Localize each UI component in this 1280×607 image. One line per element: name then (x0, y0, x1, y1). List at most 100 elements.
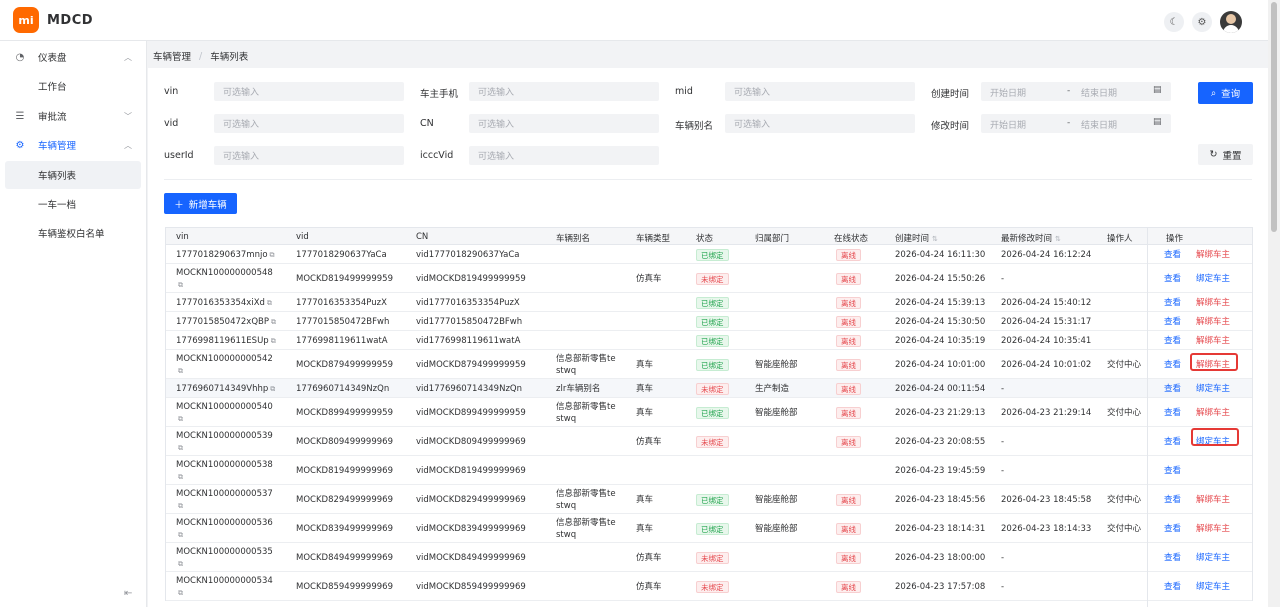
copy-icon[interactable]: ⧉ (178, 560, 183, 568)
calendar-icon[interactable]: ▤ (1153, 117, 1162, 127)
create-time-end[interactable]: 结束日期 (1081, 86, 1117, 99)
copy-icon[interactable]: ⧉ (178, 502, 183, 510)
view-link[interactable]: 查看 (1164, 383, 1181, 395)
vin-text: MOCKN100000000536 (176, 518, 273, 528)
copy-icon[interactable]: ⧉ (271, 337, 276, 345)
th-vid: vid (296, 232, 309, 242)
th-online: 在线状态 (834, 234, 869, 244)
bind-owner-link[interactable]: 绑定车主 (1196, 383, 1230, 395)
view-link[interactable]: 查看 (1164, 316, 1181, 328)
cell-cn: vid1776998119611watA (416, 335, 521, 346)
mid-input[interactable]: 可选输入 (725, 82, 915, 101)
query-button[interactable]: ⌕ 查询 (1198, 82, 1253, 104)
view-link[interactable]: 查看 (1164, 273, 1181, 285)
reset-button[interactable]: ↻ 重置 (1198, 144, 1253, 165)
copy-icon[interactable]: ⧉ (178, 367, 183, 375)
view-link[interactable]: 查看 (1164, 523, 1181, 535)
unbind-owner-link[interactable]: 解绑车主 (1196, 407, 1230, 419)
cell-created: 2026-04-24 10:01:00 (895, 359, 986, 370)
sidebar-item-vehicle-whitelist[interactable]: 车辆鉴权白名单 (0, 219, 147, 247)
unbind-owner-link[interactable]: 解绑车主 (1196, 249, 1230, 261)
cell-vid: 1776960714349NzQn (296, 383, 390, 394)
modify-time-start[interactable]: 开始日期 (990, 118, 1026, 131)
sidebar-item-approval[interactable]: ☰ 审批流 ﹀ (0, 102, 147, 130)
unbind-owner-link[interactable]: 解绑车主 (1196, 316, 1230, 328)
table-row: MOCKN100000000537 ⧉ MOCKD829499999969 vidMO… (166, 485, 1252, 514)
cell-vin: MOCKN100000000540 ⧉ (176, 401, 288, 425)
view-link[interactable]: 查看 (1164, 249, 1181, 261)
sidebar-item-vehicle-list[interactable]: 车辆列表 (5, 161, 141, 189)
view-link[interactable]: 查看 (1164, 436, 1181, 448)
modify-time-end[interactable]: 结束日期 (1081, 118, 1117, 131)
copy-icon[interactable]: ⧉ (270, 251, 275, 259)
alias-input[interactable]: 可选输入 (725, 114, 915, 133)
th-status: 状态 (696, 234, 714, 244)
create-time-sep: - (1067, 86, 1071, 96)
calendar-icon[interactable]: ▤ (1153, 85, 1162, 95)
sidebar-item-dashboard[interactable]: ◔ 仪表盘 ︿ (0, 43, 147, 71)
cell-dept: 智能座舱部 (755, 523, 798, 534)
create-time-start[interactable]: 开始日期 (990, 86, 1026, 99)
copy-icon[interactable]: ⧉ (178, 589, 183, 597)
vin-text: MOCKN100000000537 (176, 489, 273, 499)
view-link[interactable]: 查看 (1164, 407, 1181, 419)
cell-created: 2026-04-24 15:50:26 (895, 273, 986, 284)
copy-icon[interactable]: ⧉ (178, 281, 183, 289)
moon-icon[interactable]: ☾ (1164, 12, 1184, 32)
sort-icon[interactable]: ⇅ (1055, 235, 1061, 243)
unbind-owner-link[interactable]: 解绑车主 (1196, 335, 1230, 347)
avatar[interactable] (1220, 11, 1242, 33)
unbind-owner-link[interactable]: 解绑车主 (1196, 297, 1230, 309)
create-time-range[interactable]: 开始日期 - 结束日期 ▤ (981, 82, 1171, 101)
bind-owner-link[interactable]: 绑定车主 (1196, 581, 1230, 593)
view-link[interactable]: 查看 (1164, 465, 1181, 477)
owner-phone-input[interactable]: 可选输入 (469, 82, 659, 101)
add-vehicle-button[interactable]: ＋ 新增车辆 (164, 193, 237, 214)
copy-icon[interactable]: ⧉ (178, 531, 183, 539)
th-created[interactable]: 创建时间 ⇅ (895, 232, 938, 244)
view-link[interactable]: 查看 (1164, 581, 1181, 593)
copy-icon[interactable]: ⧉ (267, 299, 272, 307)
cn-input[interactable]: 可选输入 (469, 114, 659, 133)
online-badge: 离线 (836, 296, 861, 309)
sidebar-item-vehicle-management[interactable]: ⚙ 车辆管理 ︿ (0, 131, 147, 159)
copy-icon[interactable]: ⧉ (178, 473, 183, 481)
sidebar-item-vehicle-archive[interactable]: 一车一档 (0, 190, 147, 218)
view-link[interactable]: 查看 (1164, 359, 1181, 371)
view-link[interactable]: 查看 (1164, 335, 1181, 347)
userid-input[interactable]: 可选输入 (214, 146, 404, 165)
bind-owner-link[interactable]: 绑定车主 (1196, 552, 1230, 564)
copy-icon[interactable]: ⧉ (178, 415, 183, 423)
sort-icon[interactable]: ⇅ (932, 235, 938, 243)
view-link[interactable]: 查看 (1164, 552, 1181, 564)
query-button-label: 查询 (1221, 89, 1241, 100)
collapse-sidebar-icon[interactable]: ⇤ (124, 588, 132, 599)
cell-alias: zlr车辆别名 (556, 383, 601, 394)
vin-input[interactable]: 可选输入 (214, 82, 404, 101)
table-row: 1776998119611ESUp ⧉ 1776998119611watA vid17… (166, 331, 1252, 350)
cell-created: 2026-04-23 21:29:13 (895, 407, 986, 418)
cell-modified: 2026-04-24 15:31:17 (1001, 316, 1092, 327)
sidebar-item-workbench[interactable]: 工作台 (0, 72, 147, 100)
copy-icon[interactable]: ⧉ (271, 318, 276, 326)
modify-time-range[interactable]: 开始日期 - 结束日期 ▤ (981, 114, 1171, 133)
breadcrumb-parent[interactable]: 车辆管理 (153, 49, 191, 63)
vid-input[interactable]: 可选输入 (214, 114, 404, 133)
bind-owner-link[interactable]: 绑定车主 (1196, 273, 1230, 285)
unbind-owner-link[interactable]: 解绑车主 (1196, 494, 1230, 506)
cell-type: 真车 (636, 407, 654, 418)
gear-icon[interactable]: ⚙ (1192, 12, 1212, 32)
icccvid-input[interactable]: 可选输入 (469, 146, 659, 165)
unbind-owner-link[interactable]: 解绑车主 (1196, 523, 1230, 535)
copy-icon[interactable]: ⧉ (178, 444, 183, 452)
page-scrollbar[interactable] (1268, 0, 1280, 607)
cell-modified: - (1001, 383, 1005, 394)
cell-created: 2026-04-23 19:45:59 (895, 465, 986, 476)
app-logo[interactable]: mi (13, 7, 39, 33)
cell-cn: vidMOCKD819499999969 (416, 465, 526, 476)
copy-icon[interactable]: ⧉ (270, 385, 275, 393)
th-modified[interactable]: 最新修改时间 ⇅ (1001, 232, 1061, 244)
view-link[interactable]: 查看 (1164, 494, 1181, 506)
scrollbar-thumb[interactable] (1271, 2, 1277, 232)
view-link[interactable]: 查看 (1164, 297, 1181, 309)
